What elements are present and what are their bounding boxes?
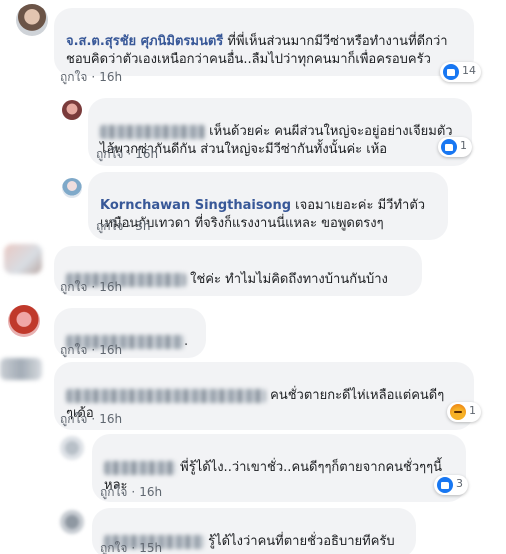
like-icon — [443, 64, 459, 80]
reaction-count[interactable]: 3 — [434, 475, 468, 495]
timestamp[interactable]: 16h — [99, 70, 122, 84]
avatar[interactable] — [4, 244, 42, 274]
avatar[interactable] — [16, 4, 48, 36]
avatar[interactable] — [60, 436, 84, 460]
comment-bubble: จ.ส.ต.สุรชัย ศุภนิมิตรมนตรี ที่พี่เห็นส่… — [54, 8, 474, 76]
like-icon — [441, 139, 457, 155]
avatar[interactable] — [62, 178, 82, 198]
like-link[interactable]: ถูกใจ — [60, 343, 87, 357]
comment-text: ใช่ค่ะ ทำไมไม่คิดถึงทางบ้านกันบ้าง — [190, 272, 388, 287]
comment-meta: ถูกใจ · 16h — [60, 280, 123, 294]
avatar[interactable] — [8, 305, 40, 337]
comment-text: . — [184, 334, 189, 349]
comment-author[interactable]: จ.ส.ต.สุรชัย ศุภนิมิตรมนตรี — [66, 34, 223, 49]
comment-meta: ถูกใจ · 16h — [96, 147, 159, 161]
comment-meta: ถูกใจ · 16h — [100, 485, 163, 499]
avatar[interactable] — [62, 100, 82, 120]
reaction-count[interactable]: 1 — [447, 402, 481, 422]
comment-author[interactable]: Kornchawan Singthaisong — [100, 198, 291, 213]
comment-meta: ถูกใจ · 16h — [60, 70, 123, 84]
like-link[interactable]: ถูกใจ — [100, 485, 127, 499]
avatar[interactable] — [0, 358, 42, 380]
like-link[interactable]: ถูกใจ — [100, 541, 127, 554]
like-link[interactable]: ถูกใจ — [96, 147, 123, 161]
reaction-count[interactable]: 14 — [440, 62, 481, 82]
blurred-name — [66, 388, 266, 403]
timestamp[interactable]: 16h — [139, 485, 162, 499]
timestamp[interactable]: 16h — [99, 343, 122, 357]
like-link[interactable]: ถูกใจ — [60, 70, 87, 84]
like-link[interactable]: ถูกใจ — [60, 412, 87, 426]
timestamp[interactable]: 16h — [135, 147, 158, 161]
timestamp[interactable]: 16h — [99, 280, 122, 294]
timestamp[interactable]: 16h — [99, 412, 122, 426]
comment-meta: ถูกใจ · 16h — [60, 412, 123, 426]
comment-meta: ถูกใจ · 16h — [60, 343, 123, 357]
avatar[interactable] — [60, 510, 84, 534]
comment-text: รู้ได้ไงว่าคนที่ตายชั่วอธิบายทีครับ — [208, 534, 395, 549]
comment-meta: ถูกใจ · 15h — [100, 541, 163, 554]
blurred-name — [100, 124, 205, 139]
timestamp[interactable]: 15h — [139, 541, 162, 554]
comment-meta: ถูกใจ · 3h — [96, 219, 151, 233]
like-icon — [437, 477, 453, 493]
like-link[interactable]: ถูกใจ — [96, 219, 123, 233]
timestamp[interactable]: 3h — [135, 219, 150, 233]
angry-icon — [450, 404, 466, 420]
reaction-count[interactable]: 1 — [438, 137, 472, 157]
blurred-name — [104, 460, 176, 475]
like-link[interactable]: ถูกใจ — [60, 280, 87, 294]
